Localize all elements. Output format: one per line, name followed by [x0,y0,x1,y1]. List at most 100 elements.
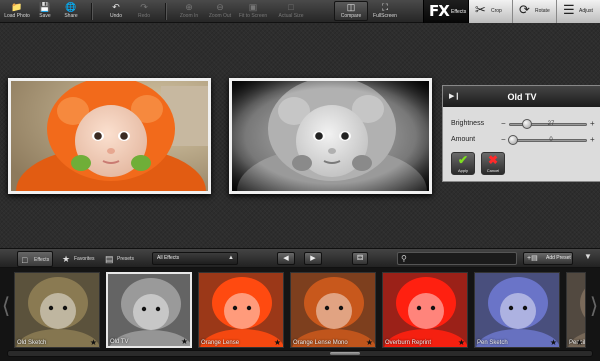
favorite-star-icon[interactable]: ★ [550,338,557,347]
tab-adjust[interactable]: ☰ Adjust [556,0,600,23]
share-button[interactable]: 🌐 Share [54,2,88,22]
brightness-decrease[interactable]: − [501,119,506,129]
thumbnail-label: Old TV [110,339,129,345]
arrow-right-icon: ▶ [310,255,316,262]
thumbnail-image [15,273,99,347]
amount-value: 0 [549,137,553,143]
tab-presets[interactable]: ▤ Presets [101,251,137,267]
random-effect-button[interactable]: ⚃ [352,252,368,265]
next-effect-button[interactable]: ▶ [304,252,322,265]
effect-thumbnail[interactable]: Old Sketch ★ [14,272,100,348]
thumbnail-image [475,273,559,347]
effect-category-select[interactable]: All Effects ▲ [152,252,238,265]
brightness-label: Brightness [451,120,485,127]
collapse-strip-icon[interactable]: ▼ [584,252,592,261]
search-input[interactable] [411,254,515,264]
caret-up-icon: ▲ [228,255,234,261]
amount-decrease[interactable]: − [501,135,506,145]
rotate-icon: ⟳ [519,2,530,17]
thumbnail-label: Old Sketch [17,340,47,346]
actual-size-button[interactable]: □ Actual Size [274,2,308,22]
favorite-star-icon[interactable]: ★ [90,338,97,347]
thumbnail-image [383,273,467,347]
effects-icon: □ [22,255,28,265]
tab-rotate[interactable]: ⟳ Rotate [512,0,556,23]
scissors-icon: ✂ [475,2,486,17]
favorite-star-icon[interactable]: ★ [366,338,373,347]
star-icon: ★ [62,254,71,264]
thumbnail-scrollbar[interactable] [7,350,593,357]
add-preset-icon: +▤ [527,255,538,262]
dice-icon: ⚃ [356,255,364,262]
effect-thumbnail[interactable]: Pen Sketch ★ [474,272,560,348]
canvas-stage: ▶❙ Old TV Brightness − 27 + Amount − 0 +… [0,23,600,248]
effect-preview-photo [229,78,432,194]
mode-tabs: FX Effects ✂ Crop ⟳ Rotate ☰ Adjust [423,0,600,23]
effect-thumbnail[interactable]: Old TV ★ [106,272,192,348]
effect-thumbnail[interactable]: Overburn Reprint ★ [382,272,468,348]
brightness-slider-handle[interactable] [521,119,532,129]
toolbar-divider [91,3,92,20]
thumbnail-image [199,273,283,347]
brightness-value: 27 [547,121,555,127]
fullscreen-icon: ⛶ [381,2,389,12]
scroll-right-arrow[interactable]: ⟩ [588,268,600,346]
tab-effects-list[interactable]: □ Effects [17,251,53,267]
tab-favorites[interactable]: ★ Favorites [58,251,98,267]
scrollbar-thumb[interactable] [330,352,360,355]
compare-button[interactable]: ◫ Compare [334,1,368,21]
panel-header: ▶❙ Old TV [443,86,600,107]
effect-settings-panel: ▶❙ Old TV Brightness − 27 + Amount − 0 +… [442,85,600,182]
effect-thumbnail[interactable]: Orange Lense ★ [198,272,284,348]
panel-title: Old TV [507,92,537,102]
thumbnail-image [567,273,585,347]
favorite-star-icon[interactable]: ★ [458,338,465,347]
previous-effect-button[interactable]: ◀ [277,252,295,265]
redo-icon: ↷ [140,2,148,12]
favorite-star-icon[interactable]: ★ [274,338,281,347]
brightness-increase[interactable]: + [590,119,595,129]
redo-button[interactable]: ↷ Redo [127,2,161,22]
checkmark-icon: ✔ [457,153,469,167]
search-icon: ⚲ [401,254,407,263]
apply-button[interactable]: ✔ Apply [451,152,475,175]
amount-label: Amount [451,136,476,143]
amount-row: Amount − 0 + [451,135,599,145]
main-toolbar: 📁 Load Photo 💾 Save 🌐 Share ↶ Undo ↷ Red… [0,0,600,23]
effects-thumbnail-strip: ⟨ ⟩ Old Sketch ★ Old TV ★ Orange Lense ★ Orang… [0,268,600,361]
fullscreen-button[interactable]: ⛶ FullScreen [368,2,402,22]
sliders-icon: ☰ [563,2,575,17]
arrow-left-icon: ◀ [283,255,289,262]
effect-thumbnail[interactable]: Pencil ★ [566,272,586,348]
baby-photo-old-tv [232,81,429,191]
tab-effects[interactable]: FX Effects [423,0,468,23]
tab-crop[interactable]: ✂ Crop [468,0,512,23]
zoom-in-button[interactable]: ⊕ Zoom In [172,2,206,22]
favorite-star-icon[interactable]: ★ [181,337,188,346]
effect-thumbnail[interactable]: Orange Lense Mono ★ [290,272,376,348]
thumbnail-label: Overburn Reprint [385,340,432,346]
toolbar-divider [165,3,166,20]
presets-icon: ▤ [105,254,114,264]
thumbnail-label: Orange Lense [201,340,240,346]
compare-icon: ◫ [346,2,356,12]
thumbnail-image [108,274,190,346]
zoom-in-icon: ⊕ [185,2,193,12]
close-icon: ✖ [487,153,499,167]
brightness-row: Brightness − 27 + [451,119,599,129]
baby-photo-original [11,81,208,191]
original-photo [8,78,211,194]
thumbnail-label: Orange Lense Mono [293,340,348,346]
cancel-button[interactable]: ✖ Cancel [481,152,505,175]
fit-to-screen-button[interactable]: ▣ Fit to Screen [236,2,270,22]
add-preset-button[interactable]: +▤ Add Preset [523,252,573,265]
globe-icon: 🌐 [65,2,77,12]
zoom-out-icon: ⊖ [216,2,224,12]
zoom-out-button[interactable]: ⊖ Zoom Out [203,2,237,22]
actual-size-icon: □ [288,2,294,12]
amount-increase[interactable]: + [590,135,595,145]
effect-search[interactable]: ⚲ [397,252,517,265]
favorite-star-icon[interactable]: ★ [576,338,583,347]
amount-slider-handle[interactable] [508,135,518,145]
scroll-left-arrow[interactable]: ⟨ [0,268,12,346]
